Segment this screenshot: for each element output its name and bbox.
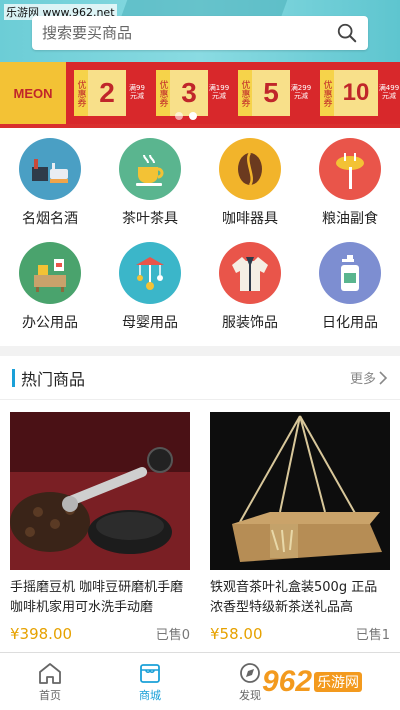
category-grid: 名烟名酒 茶叶茶具 咖啡器具 粮油副食 办公用品 母婴用品 服装饰品 日化用品 [0,128,400,346]
discover-icon [240,662,260,683]
product-sold-count: 已售0 [155,628,190,643]
search-input[interactable] [42,24,336,42]
section-title: 热门商品 [21,369,86,389]
tab-label: 商城 [139,688,161,702]
chevron-right-icon [379,370,388,385]
tab-label: 发现 [239,688,261,702]
search-icon[interactable] [336,22,358,44]
category-baby[interactable]: 母婴用品 [100,242,200,346]
category-label: 粮油副食 [322,211,378,227]
office-desk-icon [19,242,81,304]
banner-coupon-strip: MEON 优惠券 2 满99元减 优惠券 3 满199元减 优惠券 5 满299… [0,62,400,124]
category-tea[interactable]: 茶叶茶具 [100,138,200,242]
coupon-tag: 优惠券 [74,70,88,116]
product-image-coffee-grinder[interactable] [10,412,190,570]
more-label: 更多 [349,372,376,387]
section-header: 热门商品 更多 [0,356,400,400]
coupon-card: 优惠券 10 满499元减 [320,66,400,120]
product-meta: ¥58.00 已售1 [210,624,390,644]
product-price: ¥398.00 [10,624,73,643]
coupon-value: 2 [88,70,126,116]
category-label: 母婴用品 [122,315,178,331]
coupon-value: 5 [252,70,290,116]
site-watermark-text: 乐游网 [314,672,363,692]
category-household[interactable]: 日化用品 [300,242,400,346]
product-sold-count: 已售1 [355,628,390,643]
coupon-value: 3 [170,70,208,116]
category-label: 茶叶茶具 [122,211,178,227]
product-name[interactable]: 铁观音茶叶礼盒装500g 正品浓香型特级新茶送礼品高 [210,578,390,618]
section-accent-bar [12,368,15,387]
tab-home[interactable]: 首页 [0,653,100,710]
coupon-tag: 优惠券 [320,70,334,116]
site-watermark-logo: 962 乐游网 [262,656,396,708]
category-grain-oil[interactable]: 粮油副食 [300,138,400,242]
coupon-condition: 满199元减 [208,84,230,100]
shop-icon [140,663,160,683]
carousel-dot[interactable] [175,112,183,120]
category-label: 服装饰品 [222,315,278,331]
coupon-card: 优惠券 2 满99元减 [74,66,148,120]
product-price: ¥58.00 [210,624,263,643]
carousel-dots [175,112,197,120]
search-bar[interactable] [32,16,368,50]
tobacco-wine-icon [19,138,81,200]
product-list: 手摇磨豆机 咖啡豆研磨机手磨咖啡机家用可水洗手动磨 ¥398.00 已售0 铁观… [0,400,400,643]
product-image-tea-box[interactable] [210,412,390,570]
more-link[interactable]: 更多 [350,368,388,387]
tea-cup-icon [119,138,181,200]
site-watermark-number: 962 [262,665,313,698]
coupon-tag: 优惠券 [238,70,252,116]
tab-shop[interactable]: 商城 [100,653,200,710]
product-card[interactable]: 手摇磨豆机 咖啡豆研磨机手磨咖啡机家用可水洗手动磨 ¥398.00 已售0 [10,412,190,643]
baby-mobile-icon [119,242,181,304]
banner-logo: MEON [0,62,66,124]
banner-logo-text: MEON [13,85,53,101]
soap-bottle-icon [319,242,381,304]
jacket-icon [219,242,281,304]
coupon-condition: 满299元减 [290,84,312,100]
product-meta: ¥398.00 已售0 [10,624,190,644]
coupon-value: 10 [334,70,378,116]
tab-label: 首页 [39,688,61,702]
coupon-tag: 优惠券 [156,70,170,116]
coffee-bean-icon [219,138,281,200]
sausage-fork-icon [319,138,381,200]
category-coffee[interactable]: 咖啡器具 [200,138,300,242]
category-office[interactable]: 办公用品 [0,242,100,346]
hot-products-section: 热门商品 更多 手摇磨豆机 咖啡豆研磨机手磨咖啡机家用可水洗手动磨 ¥398.0… [0,356,400,652]
coupon-condition: 满499元减 [378,84,400,100]
coupon-card: 优惠券 5 满299元减 [238,66,312,120]
coupon-condition: 满99元减 [129,84,145,100]
category-clothing[interactable]: 服装饰品 [200,242,300,346]
home-icon [39,662,61,684]
category-label: 日化用品 [322,315,378,331]
category-label: 办公用品 [22,315,78,331]
product-name[interactable]: 手摇磨豆机 咖啡豆研磨机手磨咖啡机家用可水洗手动磨 [10,578,190,618]
product-card[interactable]: 铁观音茶叶礼盒装500g 正品浓香型特级新茶送礼品高 ¥58.00 已售1 [210,412,390,643]
category-label: 名烟名酒 [22,211,78,227]
carousel-dot-active[interactable] [189,112,197,120]
category-label: 咖啡器具 [222,211,278,227]
category-tobacco-wine[interactable]: 名烟名酒 [0,138,100,242]
